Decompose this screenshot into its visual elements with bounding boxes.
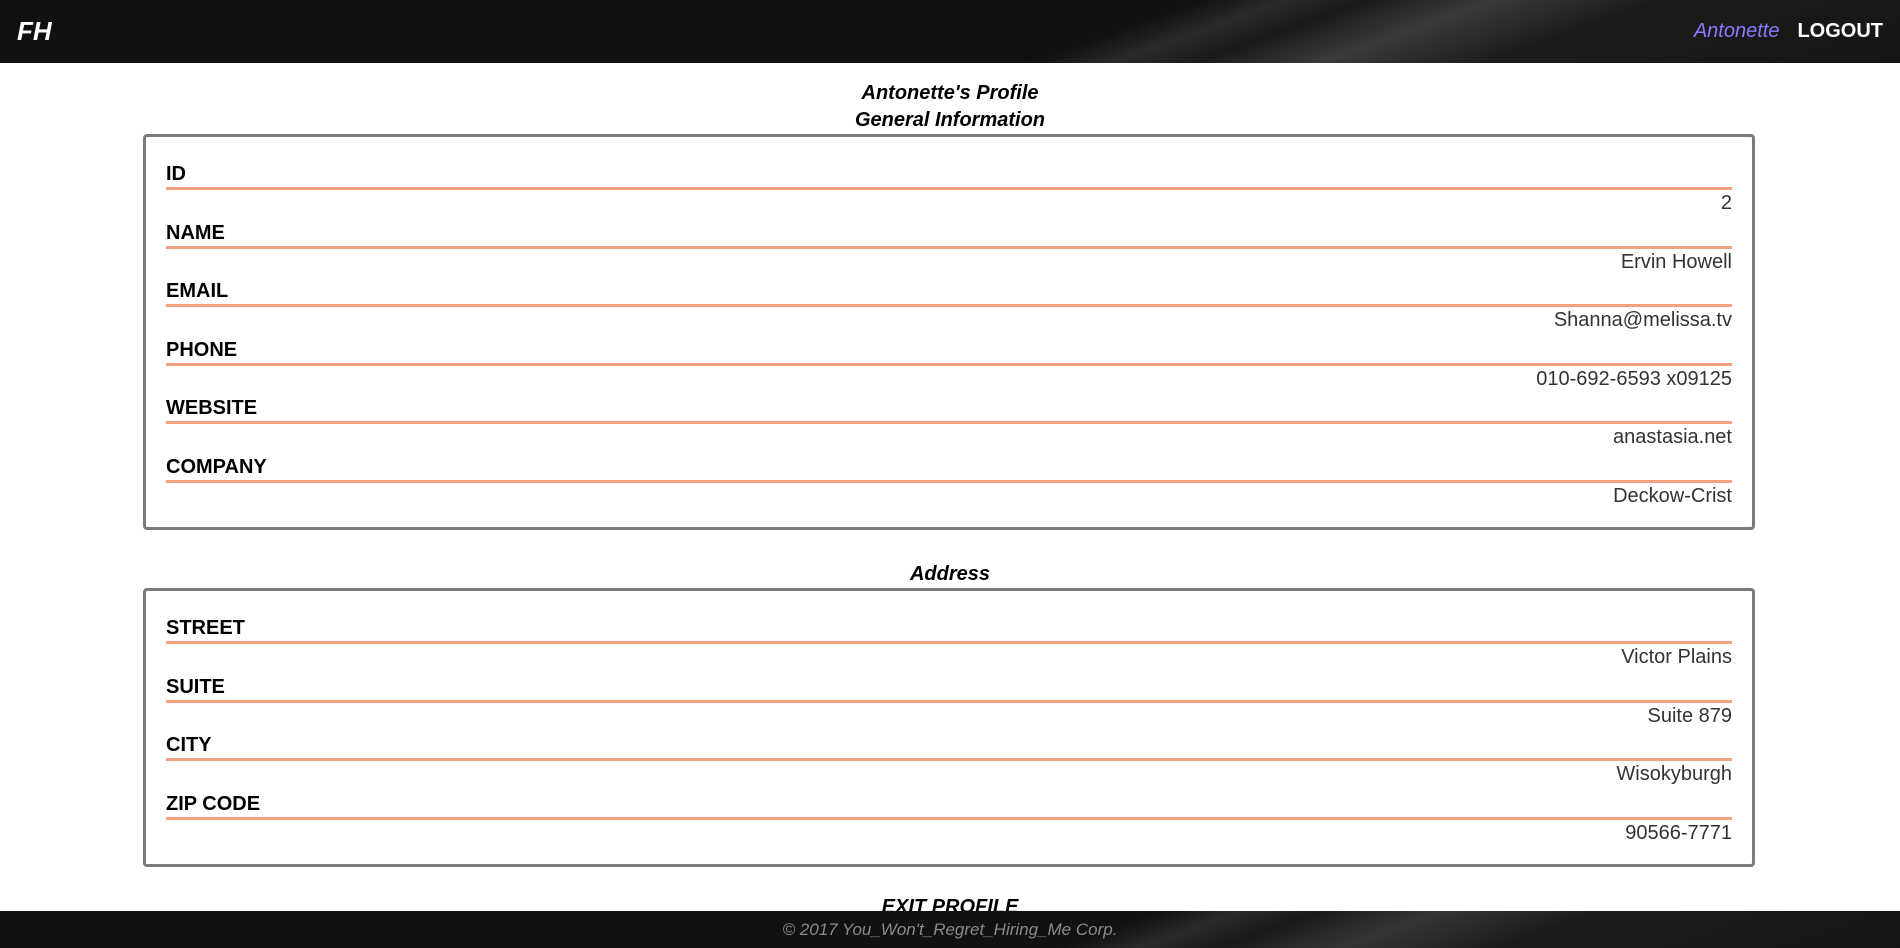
field-value: Victor Plains <box>1621 646 1732 668</box>
top-navbar: FH Antonette LOGOUT <box>0 0 1900 63</box>
field-divider <box>166 816 1732 820</box>
logout-button[interactable]: LOGOUT <box>1797 20 1883 43</box>
field-value: Shanna@melissa.tv <box>1553 309 1732 331</box>
field-divider <box>166 641 1732 644</box>
field-street: STREET Victor Plains <box>166 613 1732 672</box>
field-label: STREET <box>166 617 245 639</box>
field-city: CITY Wisokyburgh <box>166 730 1732 789</box>
field-label: EMAIL <box>166 280 229 302</box>
field-label: ZIP CODE <box>166 792 261 815</box>
field-value: 010-692-6593 x09125 <box>1536 367 1732 390</box>
field-label: SUITE <box>166 675 225 698</box>
field-divider <box>166 362 1732 366</box>
field-divider <box>166 187 1732 190</box>
user-profile-link[interactable]: Antonette <box>1694 20 1780 43</box>
general-info-card: ID 2 NAME Ervin Howell EMAIL Shanna@meli… <box>143 134 1755 530</box>
field-label: ID <box>166 163 186 185</box>
field-label: WEBSITE <box>166 397 258 419</box>
field-email: EMAIL Shanna@melissa.tv <box>166 276 1732 335</box>
field-value: 90566-7771 <box>1625 821 1732 844</box>
footer: © 2017 You_Won't_Regret_Hiring_Me Corp. <box>0 911 1900 948</box>
field-zip-code: ZIP CODE 90566-7771 <box>166 789 1732 848</box>
field-value: Suite 879 <box>1647 704 1732 727</box>
field-divider <box>166 699 1732 703</box>
field-label: CITY <box>166 734 212 756</box>
field-value: Ervin Howell <box>1620 250 1732 273</box>
address-heading: Address <box>909 563 991 585</box>
field-suite: SUITE Suite 879 <box>166 672 1732 731</box>
field-divider <box>166 421 1732 424</box>
field-phone: PHONE 010-692-6593 x09125 <box>166 335 1732 394</box>
nav-right: Antonette LOGOUT <box>1694 20 1883 43</box>
address-card: STREET Victor Plains SUITE Suite 879 CIT… <box>143 588 1755 867</box>
field-label: NAME <box>166 221 225 244</box>
copyright-text: © 2017 You_Won't_Regret_Hiring_Me Corp. <box>782 920 1118 939</box>
field-divider <box>166 245 1732 249</box>
field-divider <box>166 479 1732 483</box>
field-value: 2 <box>1720 192 1732 214</box>
field-divider <box>166 304 1732 307</box>
field-name: NAME Ervin Howell <box>166 218 1732 277</box>
field-company: COMPANY Deckow-Crist <box>166 452 1732 511</box>
field-value: Deckow-Crist <box>1613 484 1732 507</box>
field-id: ID 2 <box>166 159 1732 218</box>
field-label: PHONE <box>166 338 238 361</box>
general-info-heading: General Information <box>854 109 1046 131</box>
page-title: Antonette's Profile <box>861 82 1039 104</box>
field-website: WEBSITE anastasia.net <box>166 393 1732 452</box>
brand-logo[interactable]: FH <box>17 16 52 47</box>
field-label: COMPANY <box>166 455 267 478</box>
field-divider <box>166 758 1732 761</box>
field-value: anastasia.net <box>1613 426 1732 448</box>
field-value: Wisokyburgh <box>1616 763 1732 785</box>
